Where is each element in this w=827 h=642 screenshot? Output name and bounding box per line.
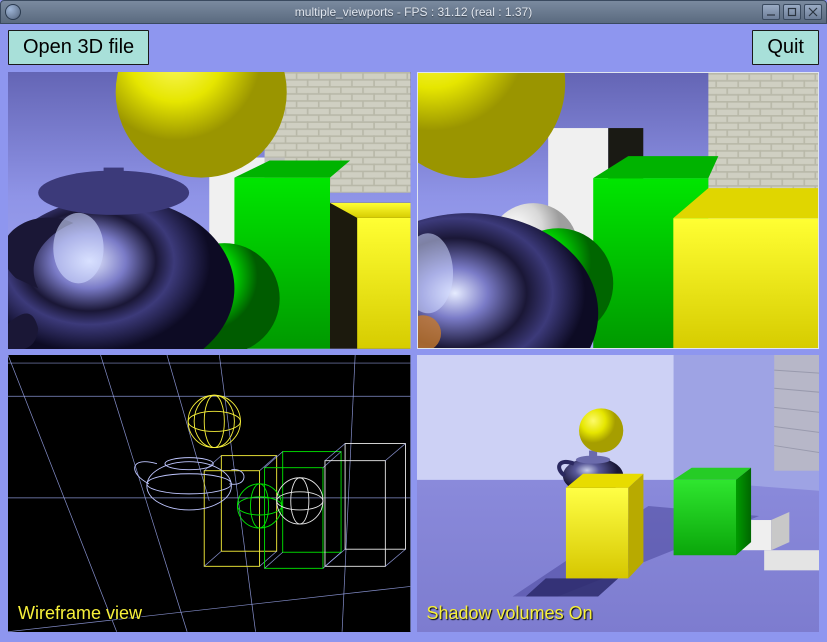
app-icon [5,4,21,20]
titlebar: multiple_viewports - FPS : 31.12 (real :… [0,0,827,24]
viewport-top-right[interactable] [417,72,820,349]
shadow-caption: Shadow volumes On [427,603,593,624]
viewport-wireframe[interactable]: Wireframe view [8,355,411,632]
viewport-shadow[interactable]: Shadow volumes On [417,355,820,632]
minimize-button[interactable] [762,4,780,20]
viewport-top-left[interactable] [8,72,411,349]
quit-button[interactable]: Quit [752,30,819,65]
maximize-button[interactable] [783,4,801,20]
wireframe-caption: Wireframe view [18,603,142,624]
viewports-grid: Wireframe view [8,72,819,632]
open-file-button[interactable]: Open 3D file [8,30,149,65]
window-title: multiple_viewports - FPS : 31.12 (real :… [295,5,532,19]
toolbar: Open 3D file Quit [0,24,827,67]
window-buttons [762,4,822,20]
close-button[interactable] [804,4,822,20]
